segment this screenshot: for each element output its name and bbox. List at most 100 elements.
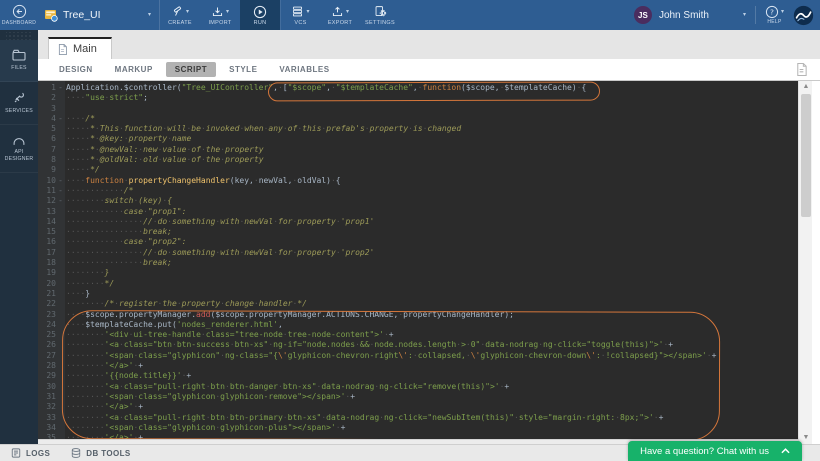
line-number: 29 xyxy=(38,371,56,381)
dashboard-button[interactable]: DASHBOARD xyxy=(0,0,38,30)
line-number: 25 xyxy=(38,330,56,340)
fold-gutter xyxy=(56,248,65,258)
code-text: ·····*·This·function·will·be·invoked·whe… xyxy=(65,124,461,134)
code-text: ········'<a·class="pull-right·btn·btn-pr… xyxy=(65,413,663,423)
code-line: 11-············/* xyxy=(38,186,798,196)
fold-gutter xyxy=(56,330,65,340)
export-button[interactable]: ▾ EXPORT xyxy=(320,0,360,30)
divider xyxy=(755,6,756,24)
scroll-up-arrow-icon[interactable]: ▲ xyxy=(799,81,813,93)
code-text: ············case·"prop2": xyxy=(65,237,186,247)
fold-gutter xyxy=(56,402,65,412)
code-line: 2····"use·strict"; xyxy=(38,93,798,103)
sidebar-item-files[interactable]: FILES xyxy=(0,40,38,82)
code-text: ········/*·register·the·property·change·… xyxy=(65,299,307,309)
logs-button[interactable]: LOGS xyxy=(10,447,50,459)
fold-gutter xyxy=(56,134,65,144)
vcs-button[interactable]: ▾ VCS xyxy=(280,0,320,30)
code-line: 15················break; xyxy=(38,227,798,237)
user-name: John Smith xyxy=(659,10,709,21)
import-icon xyxy=(211,5,224,18)
page-tab-strip: Main xyxy=(38,30,820,59)
folder-icon xyxy=(11,48,27,62)
chevron-down-icon: ▾ xyxy=(148,12,151,18)
code-text: ············/* xyxy=(65,186,133,196)
help-icon: ? xyxy=(765,5,779,19)
chevron-down-icon: ▾ xyxy=(306,9,309,15)
code-line: 19 ········} xyxy=(38,268,798,278)
line-number: 22 xyxy=(38,299,56,309)
line-number: 32 xyxy=(38,402,56,412)
script-editor[interactable]: 1-Application.$controller("Tree_UIContro… xyxy=(38,81,798,444)
line-number: 4 xyxy=(38,114,56,124)
code-text: ·····*/ xyxy=(65,165,100,175)
chat-label: Have a question? Chat with us xyxy=(640,446,769,457)
line-number: 9 xyxy=(38,165,56,175)
code-line: 32········'</a>'·+ xyxy=(38,402,798,412)
chevron-down-icon[interactable]: ▾ xyxy=(743,12,746,18)
code-text: ········switch·(key)·{ xyxy=(65,196,172,206)
fold-gutter xyxy=(56,155,65,165)
sidebar-item-services[interactable]: SERVICES xyxy=(0,82,38,125)
help-button[interactable]: ? ▾ HELP xyxy=(765,5,784,25)
tab-main-label: Main xyxy=(73,43,97,55)
fold-gutter xyxy=(56,289,65,299)
editor-mode-tabs: DESIGN MARKUP SCRIPT STYLE VARIABLES xyxy=(38,59,820,81)
tab-main[interactable]: Main xyxy=(48,37,112,59)
code-text xyxy=(65,104,66,114)
code-text: ········'<div·ui-tree-handle·class="tree… xyxy=(65,330,394,340)
sidebar-item-api-designer[interactable]: API DESIGNER xyxy=(0,125,38,174)
top-toolbar: DASHBOARD Tree_UI ▾ ▾ CREATE ▾ IMPORT RU… xyxy=(0,0,820,30)
code-text: ················break; xyxy=(65,258,172,268)
settings-button[interactable]: SETTINGS xyxy=(360,0,400,30)
run-button[interactable]: RUN xyxy=(240,0,280,30)
scrollbar-thumb[interactable] xyxy=(801,94,811,217)
run-icon xyxy=(253,5,267,19)
vertical-scrollbar[interactable]: ▲ ▼ xyxy=(798,81,812,444)
code-text: ················//·do·something·with·new… xyxy=(65,248,374,258)
code-text: ········'{{node.title}}'·+ xyxy=(65,371,191,381)
code-line: 26········'<a·class="btn·btn-success·btn… xyxy=(38,340,798,350)
fold-marker[interactable]: - xyxy=(56,114,65,124)
code-text: ····$templateCache.put('nodes_renderer.h… xyxy=(65,320,283,330)
code-line: 31········'<span·class="glyphicon·glyphi… xyxy=(38,392,798,402)
project-selector[interactable]: Tree_UI ▾ xyxy=(38,0,160,30)
fold-marker[interactable]: - xyxy=(56,176,65,186)
line-number: 12 xyxy=(38,196,56,206)
chat-widget-button[interactable]: Have a question? Chat with us xyxy=(628,441,802,461)
arc-icon xyxy=(11,133,27,146)
code-text: ········} xyxy=(65,268,109,278)
line-number: 1 xyxy=(38,83,56,93)
project-name: Tree_UI xyxy=(63,9,143,21)
line-number: 19 xyxy=(38,268,56,278)
db-tools-button[interactable]: DB TOOLS xyxy=(70,447,130,459)
fold-marker[interactable]: - xyxy=(56,196,65,206)
fold-marker[interactable]: - xyxy=(56,83,65,93)
create-button[interactable]: ▾ CREATE xyxy=(160,0,200,30)
tab-markup[interactable]: MARKUP xyxy=(106,62,162,77)
line-number: 34 xyxy=(38,423,56,433)
fold-gutter xyxy=(56,165,65,175)
avatar[interactable]: JS xyxy=(634,6,652,24)
line-number: 6 xyxy=(38,134,56,144)
left-sidebar: FILES SERVICES API DESIGNER xyxy=(0,30,38,444)
tab-design[interactable]: DESIGN xyxy=(50,62,102,77)
code-line: 18················break; xyxy=(38,258,798,268)
help-label: HELP xyxy=(767,19,781,25)
services-icon xyxy=(12,90,27,105)
line-number: 26 xyxy=(38,340,56,350)
tab-script[interactable]: SCRIPT xyxy=(166,62,216,77)
code-line: 24····$templateCache.put('nodes_renderer… xyxy=(38,320,798,330)
fold-gutter xyxy=(56,392,65,402)
code-line: 21····} xyxy=(38,289,798,299)
code-text: ········'<span·class="glyphicon"·ng-clas… xyxy=(65,351,716,361)
import-button[interactable]: ▾ IMPORT xyxy=(200,0,240,30)
tab-style[interactable]: STYLE xyxy=(220,62,266,77)
fold-marker[interactable]: - xyxy=(56,186,65,196)
fold-gutter xyxy=(56,351,65,361)
tab-variables[interactable]: VARIABLES xyxy=(270,62,338,77)
fold-gutter xyxy=(56,361,65,371)
main-content: Main DESIGN MARKUP SCRIPT STYLE VARIABLE… xyxy=(38,30,820,444)
format-document-icon[interactable] xyxy=(795,62,808,77)
code-text: ····/* xyxy=(65,114,95,124)
